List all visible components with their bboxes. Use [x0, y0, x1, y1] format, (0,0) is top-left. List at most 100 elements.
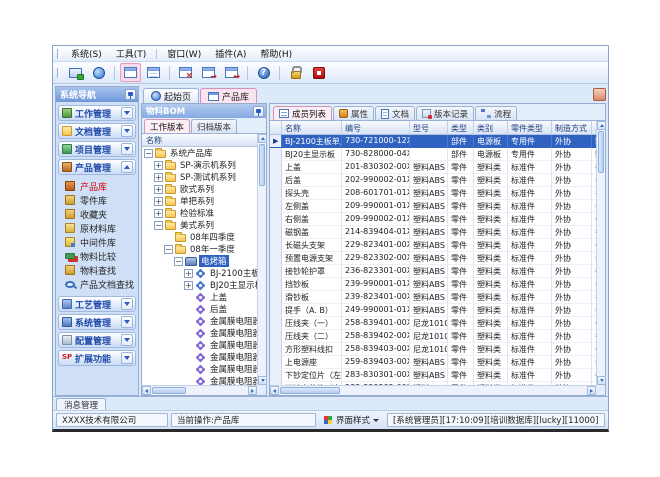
table-row[interactable]: 上盖201-830302-00X塑料ABS零件塑料类标准件外协条	[270, 161, 596, 174]
scrollbar-thumb[interactable]	[259, 144, 265, 186]
chevron-down-icon[interactable]	[121, 298, 133, 310]
column-header[interactable]: 类型	[448, 121, 474, 134]
chevron-down-icon[interactable]	[121, 143, 133, 155]
bom-tab-0[interactable]: 工作版本	[144, 119, 190, 133]
tree-item[interactable]: +BJ-2100主板单点	[142, 267, 257, 279]
sidebar-section-6[interactable]: 配置管理	[58, 332, 136, 348]
table-row[interactable]: 接钞轮护罩236-823301-00X塑料ABS零件塑料类标准件外协条	[270, 265, 596, 278]
content-tab-0[interactable]: 成员列表	[273, 106, 332, 120]
table-row[interactable]: 压线夹（一）258-839401-00X尼龙1010零件塑料类标准件外协条	[270, 317, 596, 330]
column-header[interactable]: 类别	[474, 121, 508, 134]
tree-item[interactable]: 金属膜电阻器	[142, 375, 257, 385]
toolbar-button-import-window[interactable]	[198, 63, 219, 82]
menu-item[interactable]: 帮助(H)	[253, 46, 299, 61]
sidebar-item-5[interactable]: 物料比较	[58, 249, 136, 263]
expander-icon[interactable]: +	[184, 269, 193, 278]
scroll-left-icon[interactable]	[270, 386, 279, 395]
sidebar-section-5[interactable]: 系统管理	[58, 314, 136, 330]
sidebar-section-1[interactable]: 文档管理	[58, 123, 136, 139]
tree-item[interactable]: +欧式系列	[142, 183, 257, 195]
sidebar-section-7[interactable]: 扩展功能	[58, 350, 136, 366]
expander-icon[interactable]: +	[154, 197, 163, 206]
sidebar-item-4[interactable]: 中间件库	[58, 235, 136, 249]
menu-grip[interactable]	[57, 49, 60, 59]
scrollbar-thumb[interactable]	[598, 131, 604, 173]
tree-item[interactable]: 08年四季度	[142, 231, 257, 243]
expander-icon[interactable]: +	[154, 209, 163, 218]
expander-icon[interactable]: −	[144, 149, 153, 158]
toolbar-button-explorer-window[interactable]	[120, 63, 141, 82]
table-row[interactable]: 上电源座259-839403-00X塑料ABS零件塑料类标准件外协条	[270, 356, 596, 369]
tree-item[interactable]: −08年一季度	[142, 243, 257, 255]
sidebar-item-0[interactable]: 产品库	[58, 179, 136, 193]
expander-icon[interactable]: +	[154, 161, 163, 170]
chevron-down-icon[interactable]	[121, 352, 133, 364]
toolbar-button-data-window[interactable]	[143, 63, 164, 82]
chevron-down-icon[interactable]	[121, 125, 133, 137]
toolbar-button-computer[interactable]	[65, 63, 86, 82]
tree-item[interactable]: 金属膜电阻器	[142, 363, 257, 375]
tree-item[interactable]: +检验标准	[142, 207, 257, 219]
sidebar-item-7[interactable]: 产品文档查找	[58, 277, 136, 291]
column-header[interactable]: 零件类型	[508, 121, 552, 134]
tree-item[interactable]: −美式系列	[142, 219, 257, 231]
expander-icon[interactable]: +	[154, 185, 163, 194]
menu-item[interactable]: 工具(T)	[109, 46, 154, 61]
sidebar-section-4[interactable]: 工艺管理	[58, 296, 136, 312]
tree-horizontal-scrollbar[interactable]	[142, 385, 257, 395]
chevron-down-icon[interactable]	[121, 316, 133, 328]
bom-tab-1[interactable]: 归档版本	[191, 119, 237, 133]
tree-item[interactable]: 金属膜电阻器	[142, 327, 257, 339]
sidebar-item-6[interactable]: 物料查找	[58, 263, 136, 277]
tree-item[interactable]: −电烤箱	[142, 255, 257, 267]
tree-item[interactable]: +SP-演示机系列	[142, 159, 257, 171]
sidebar-section-0[interactable]: 工作管理	[58, 105, 136, 121]
table-row[interactable]: 后盖202-990002-01X塑料ABS零件塑料类标准件外协条	[270, 174, 596, 187]
tree-item[interactable]: 上盖	[142, 291, 257, 303]
table-row[interactable]: ▶BJ-2100主板单点730-721000-12X部件电源板专用件外协颗	[270, 135, 596, 148]
scroll-up-icon[interactable]	[597, 121, 606, 130]
ui-style-button[interactable]: 界面样式	[319, 413, 384, 427]
scroll-right-icon[interactable]	[587, 386, 596, 395]
scroll-right-icon[interactable]	[248, 386, 257, 395]
tree-item[interactable]: 后盖	[142, 303, 257, 315]
sidebar-item-2[interactable]: 收藏夹	[58, 207, 136, 221]
toolbar-button-exit[interactable]	[308, 63, 329, 82]
sidebar-section-2[interactable]: 项目管理	[58, 141, 136, 157]
table-vertical-scrollbar[interactable]	[596, 121, 605, 385]
tree-column-header[interactable]: 名称	[142, 134, 257, 147]
sidebar-item-1[interactable]: 零件库	[58, 193, 136, 207]
scroll-down-icon[interactable]	[258, 376, 267, 385]
scrollbar-thumb[interactable]	[280, 387, 340, 394]
sidebar-item-3[interactable]: 原材料库	[58, 221, 136, 235]
sidebar-section-3[interactable]: 产品管理	[58, 159, 136, 175]
table-horizontal-scrollbar[interactable]	[270, 385, 596, 395]
tree-vertical-scrollbar[interactable]	[257, 134, 266, 385]
menu-item[interactable]: 窗口(W)	[160, 46, 208, 61]
tree-item[interactable]: 金属膜电阻器	[142, 351, 257, 363]
table-row[interactable]: 压线夹（二）258-839402-00X尼龙1010零件塑料类标准件外协条	[270, 330, 596, 343]
toolbar-button-lock[interactable]	[285, 63, 306, 82]
expander-icon[interactable]: +	[154, 173, 163, 182]
message-management-tab[interactable]: 消息管理	[56, 398, 106, 410]
tree-item[interactable]: 金属膜电阻器	[142, 339, 257, 351]
tree-item[interactable]: 金属膜电阻器	[142, 315, 257, 327]
content-tab-2[interactable]: 文档	[375, 106, 415, 120]
tree-item[interactable]: +单把系列	[142, 195, 257, 207]
column-header[interactable]: 编号	[342, 121, 410, 134]
expander-icon[interactable]: −	[154, 221, 163, 230]
scrollbar-thumb[interactable]	[152, 387, 186, 394]
table-row[interactable]: 滑钞板239-823401-00X塑料ABS零件塑料类标准件外协条	[270, 291, 596, 304]
chevron-up-icon[interactable]	[121, 161, 133, 173]
tab-options-button[interactable]	[593, 88, 606, 101]
table-row[interactable]: 右侧盖209-990002-01X塑料ABS零件塑料类标准件外协条	[270, 213, 596, 226]
tree-item[interactable]: +SP-测试机系列	[142, 171, 257, 183]
table-row[interactable]: 左侧盖209-990001-01X塑料ABS零件塑料类标准件外协条	[270, 200, 596, 213]
table-row[interactable]: 磁钢盖214-839404-01X塑料ABS零件塑料类标准件外协条	[270, 226, 596, 239]
table-row[interactable]: 预置电源支架229-823302-00X塑料ABS零件塑料类标准件外协条	[270, 252, 596, 265]
toolbar-grip[interactable]	[57, 68, 60, 78]
chevron-down-icon[interactable]	[121, 334, 133, 346]
column-header[interactable]: 名称	[282, 121, 342, 134]
scroll-left-icon[interactable]	[142, 386, 151, 395]
table-row[interactable]: 长磁头支架229-823401-00X塑料ABS零件塑料类标准件外协条	[270, 239, 596, 252]
